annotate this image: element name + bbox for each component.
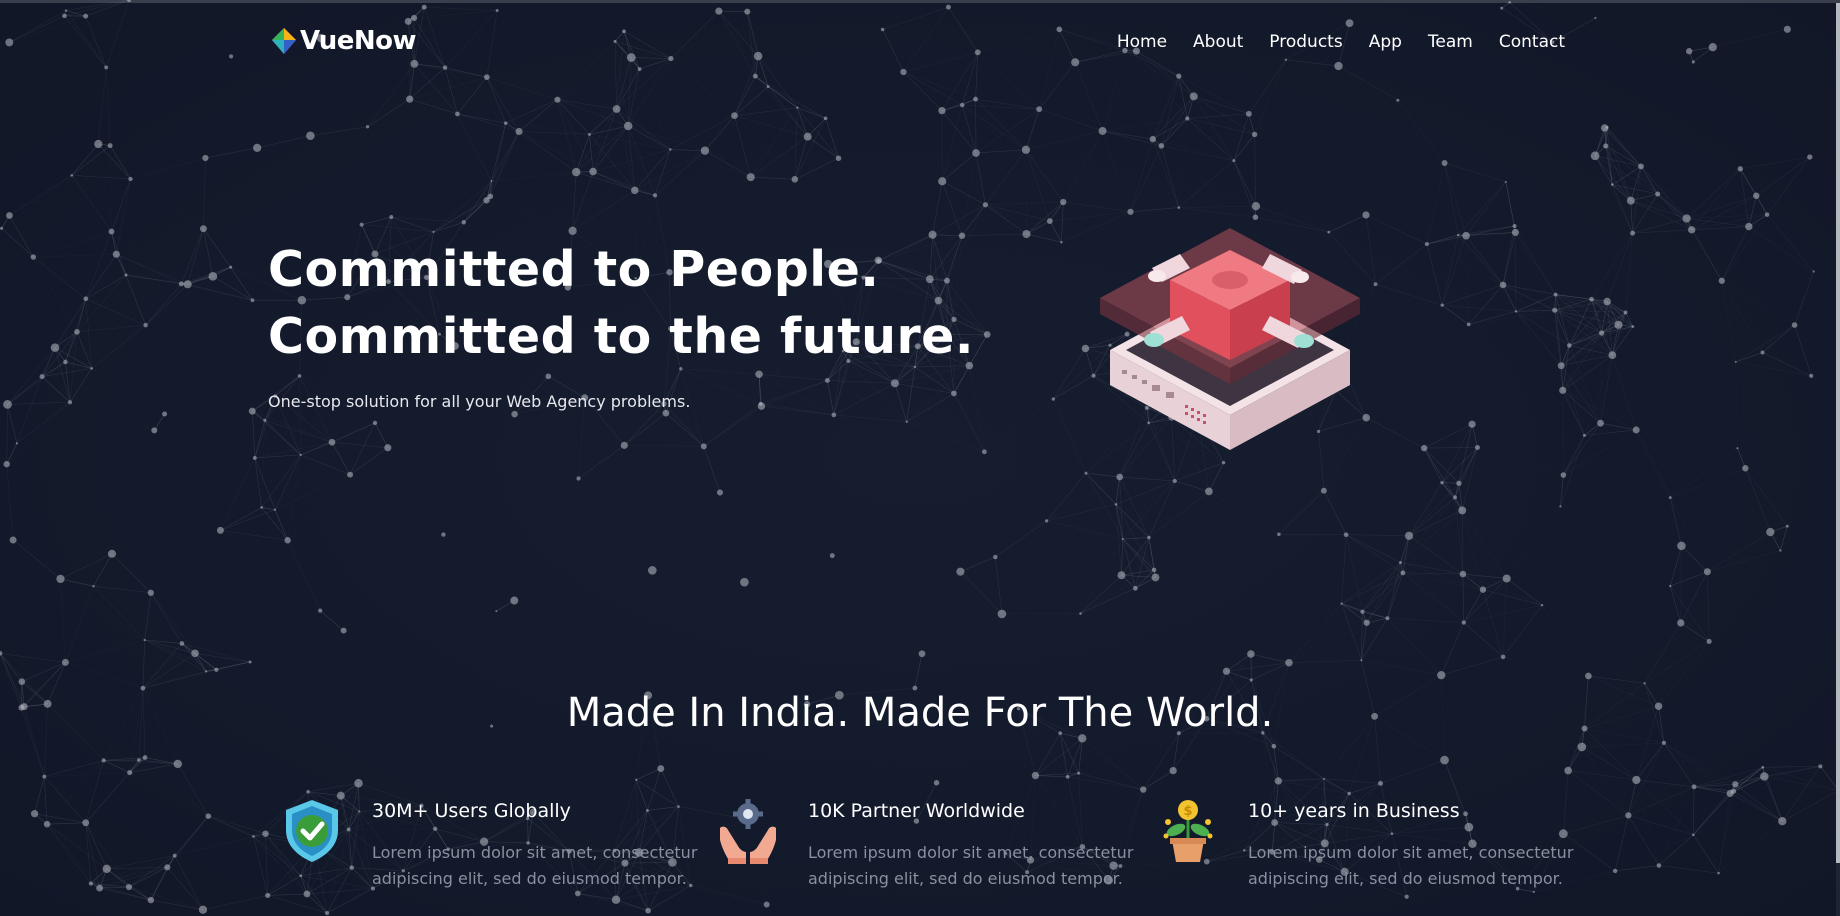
main-nav: Home About Products App Team Contact xyxy=(1091,32,1565,52)
feature-years: $ 10+ years in Business Lorem ipsum dolo… xyxy=(1158,798,1578,898)
isometric-server-icon xyxy=(1100,228,1360,450)
network-lines xyxy=(0,0,1839,914)
nav-app[interactable]: App xyxy=(1369,32,1402,52)
svg-text:$: $ xyxy=(1183,804,1192,819)
nav-team[interactable]: Team xyxy=(1428,32,1473,52)
hands-gear-icon xyxy=(720,799,776,864)
feature-title: 10K Partner Worldwide xyxy=(808,800,1025,822)
diamond-logo-icon xyxy=(272,28,296,54)
feature-text: Lorem ipsum dolor sit amet, consectetur … xyxy=(372,843,698,888)
page: VueNow Home About Products App Team Cont… xyxy=(0,0,1840,916)
feature-users: 30M+ Users Globally Lorem ipsum dolor si… xyxy=(282,798,702,898)
network-nodes xyxy=(0,0,1840,916)
feature-text: Lorem ipsum dolor sit amet, consectetur … xyxy=(1248,843,1574,888)
feature-title: 10+ years in Business xyxy=(1248,800,1460,822)
feature-partners: 10K Partner Worldwide Lorem ipsum dolor … xyxy=(718,798,1138,898)
particle-network-background xyxy=(0,0,1840,916)
scrollbar-thumb[interactable] xyxy=(1836,3,1840,863)
shield-check-icon xyxy=(286,800,338,862)
nav-about[interactable]: About xyxy=(1193,32,1243,52)
feature-text: Lorem ipsum dolor sit amet, consectetur … xyxy=(808,843,1134,888)
hero-subtitle: One-stop solution for all your Web Agenc… xyxy=(268,392,691,411)
hero-title: Committed to People. Committed to the fu… xyxy=(268,236,974,370)
brand-name: VueNow xyxy=(300,26,416,56)
hero-title-line-2: Committed to the future. xyxy=(268,308,975,365)
hero-title-line-1: Committed to People. xyxy=(268,241,880,298)
nav-contact[interactable]: Contact xyxy=(1499,32,1565,52)
money-plant-icon: $ xyxy=(1163,800,1213,862)
feature-title: 30M+ Users Globally xyxy=(372,800,571,822)
section-title: Made In India. Made For The World. xyxy=(566,690,1274,736)
nav-products[interactable]: Products xyxy=(1269,32,1342,52)
nav-home[interactable]: Home xyxy=(1117,32,1167,52)
brand-logo[interactable]: VueNow xyxy=(270,26,416,56)
